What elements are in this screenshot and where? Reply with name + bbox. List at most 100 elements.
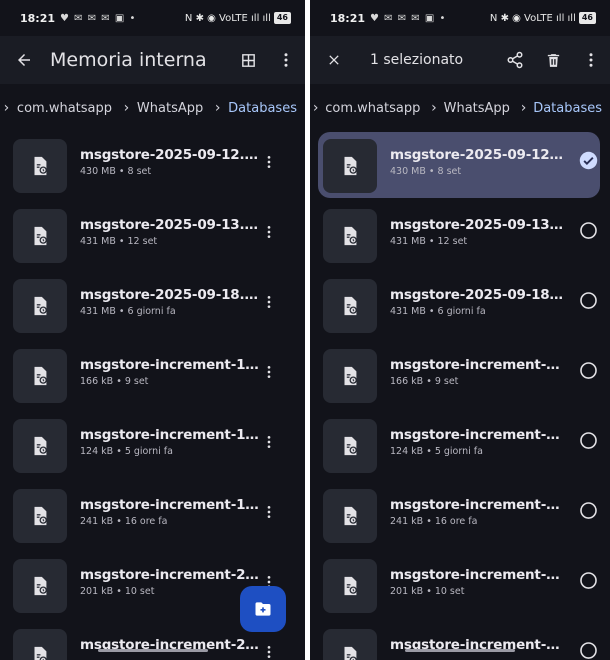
gesture-bar: [97, 649, 208, 652]
file-list-item[interactable]: msgstore-increment-1-2... 166 kB • 9 set: [310, 342, 610, 412]
file-list-item[interactable]: msgstore-increment-2-2...: [310, 622, 610, 660]
file-thumbnail: [323, 349, 377, 403]
file-texts: msgstore-increment-2-2...: [390, 637, 566, 656]
file-list-item[interactable]: msgstore-2025-09-12.1.d... 430 MB • 8 set: [310, 132, 610, 202]
file-list-item[interactable]: msgstore-increment-1-2... 166 kB • 9 set: [0, 342, 305, 412]
breadcrumb-item[interactable]: WhatsApp: [133, 101, 211, 116]
file-list-item[interactable]: msgstore-2025-09-12.1.d... 430 MB • 8 set: [0, 132, 305, 202]
file-select-radio[interactable]: [578, 640, 598, 660]
file-texts: msgstore-increment-1.d... 241 kB • 16 ore…: [390, 497, 566, 527]
file-meta: 430 MB • 8 set: [80, 166, 152, 177]
file-list-item[interactable]: msgstore-increment-1.d... 241 kB • 16 ore…: [310, 482, 610, 552]
chevron-right-icon: ›: [3, 100, 10, 116]
file-more-button[interactable]: [259, 500, 279, 524]
more-vert-icon: [589, 53, 593, 67]
check-circle-icon: [579, 151, 597, 169]
status-time: 18:21: [330, 11, 366, 25]
file-texts: msgstore-increment-1-2... 124 kB • 5 gior…: [80, 427, 261, 457]
file-select-radio[interactable]: [578, 360, 598, 380]
share-button[interactable]: [496, 36, 534, 84]
file-texts: msgstore-2025-09-18.1.d... 431 MB • 6 gio…: [390, 287, 566, 317]
more-options-button[interactable]: [267, 36, 305, 84]
database-file-icon: [34, 366, 47, 386]
file-select-radio[interactable]: [578, 570, 598, 590]
chevron-right-icon: ›: [431, 100, 437, 116]
right-panel: 18:21 ♥ ✉ ✉ ✉ ▣ • N ✱ ◉ VoLTE ıll ıll 46…: [310, 0, 610, 660]
status-bar: 18:21 ♥ ✉ ✉ ✉ ▣ • N ✱ ◉ VoLTE ıll ıll 46: [0, 0, 305, 36]
file-texts: msgstore-2025-09-18.1.d... 431 MB • 6 gio…: [80, 287, 261, 317]
file-meta: 431 MB • 6 giorni fa: [390, 306, 486, 317]
file-more-button[interactable]: [259, 430, 279, 454]
file-select-radio[interactable]: [578, 290, 598, 310]
more-vert-icon: [267, 436, 271, 448]
file-list-item[interactable]: msgstore-increment-2-2... 201 kB • 10 set: [310, 552, 610, 622]
file-meta: 431 MB • 12 set: [80, 236, 158, 247]
arrow-left-icon: [18, 54, 30, 66]
file-name: msgstore-increment-1-2...: [390, 357, 566, 373]
notification-icons: ♥ ✉ ✉ ✉ ▣ •: [370, 12, 447, 24]
file-more-button[interactable]: [259, 290, 279, 314]
file-list-item[interactable]: msgstore-2025-09-18.1.d... 431 MB • 6 gio…: [0, 272, 305, 342]
radio-unchecked-icon: [579, 571, 597, 589]
file-name: msgstore-increment-1-2...: [80, 427, 261, 443]
file-thumbnail: [323, 489, 377, 543]
file-more-button[interactable]: [259, 360, 279, 384]
more-options-button[interactable]: [572, 36, 610, 84]
file-select-radio[interactable]: [578, 220, 598, 240]
file-more-button[interactable]: [259, 220, 279, 244]
more-vert-icon: [267, 366, 271, 378]
file-name: msgstore-2025-09-18.1.d...: [80, 287, 261, 303]
file-meta: 241 kB • 16 ore fa: [80, 516, 168, 527]
app-bar: Memoria interna: [0, 36, 305, 84]
gesture-bar: [405, 649, 515, 652]
selection-count: 1 selezionato: [370, 52, 464, 68]
database-file-icon: [344, 156, 357, 176]
close-selection-button[interactable]: [310, 36, 358, 84]
file-list-item[interactable]: msgstore-increment-1-2... 124 kB • 5 gior…: [310, 412, 610, 482]
file-texts: msgstore-2025-09-13.1.d... 431 MB • 12 se…: [390, 217, 566, 247]
breadcrumb-item[interactable]: com.whatsapp: [321, 101, 428, 116]
chevron-right-icon: ›: [123, 100, 130, 116]
file-thumbnail: [13, 209, 67, 263]
grid-view-button[interactable]: [229, 36, 267, 84]
database-file-icon: [344, 366, 357, 386]
file-select-radio[interactable]: [578, 500, 598, 520]
status-bar: 18:21 ♥ ✉ ✉ ✉ ▣ • N ✱ ◉ VoLTE ıll ıll 46: [310, 0, 610, 36]
file-meta: 431 MB • 6 giorni fa: [80, 306, 176, 317]
file-list-item[interactable]: msgstore-2025-09-13.1.d... 431 MB • 12 se…: [310, 202, 610, 272]
file-thumbnail: [13, 489, 67, 543]
left-panel: 18:21 ♥ ✉ ✉ ✉ ▣ • N ✱ ◉ VoLTE ıll ıll 46…: [0, 0, 305, 660]
breadcrumb: › com.whatsapp › WhatsApp › Databases: [0, 94, 305, 122]
file-thumbnail: [13, 279, 67, 333]
breadcrumb-item[interactable]: WhatsApp: [440, 101, 518, 116]
database-file-icon: [34, 436, 47, 456]
notification-icons: ♥ ✉ ✉ ✉ ▣ •: [60, 12, 137, 24]
breadcrumb-current[interactable]: Databases: [529, 101, 610, 116]
file-texts: msgstore-increment-2-2...: [80, 637, 261, 656]
share-icon: [507, 51, 523, 69]
radio-unchecked-icon: [579, 221, 597, 239]
breadcrumb: › com.whatsapp › WhatsApp › Databases: [310, 94, 610, 122]
battery-icon: 46: [578, 12, 596, 24]
file-name: msgstore-increment-2-2...: [80, 567, 261, 583]
file-thumbnail: [323, 279, 377, 333]
file-more-button[interactable]: [259, 640, 279, 660]
file-more-button[interactable]: [259, 150, 279, 174]
back-button[interactable]: [0, 36, 48, 84]
file-texts: msgstore-increment-1-2... 124 kB • 5 gior…: [390, 427, 566, 457]
file-list-item[interactable]: msgstore-increment-1-2... 124 kB • 5 gior…: [0, 412, 305, 482]
breadcrumb-item[interactable]: com.whatsapp: [13, 101, 120, 116]
delete-button[interactable]: [534, 36, 572, 84]
system-icons: N ✱ ◉ VoLTE ıll ıll 46: [490, 12, 596, 24]
selection-app-bar: 1 selezionato: [310, 36, 610, 84]
file-list-item[interactable]: msgstore-2025-09-18.1.d... 431 MB • 6 gio…: [310, 272, 610, 342]
file-list-item[interactable]: msgstore-2025-09-13.1.d... 431 MB • 12 se…: [0, 202, 305, 272]
file-list-item[interactable]: msgstore-increment-1.d... 241 kB • 16 ore…: [0, 482, 305, 552]
file-select-radio[interactable]: [578, 430, 598, 450]
new-folder-button[interactable]: [240, 586, 286, 632]
file-meta: 166 kB • 9 set: [80, 376, 149, 387]
file-texts: msgstore-increment-1-2... 166 kB • 9 set: [390, 357, 566, 387]
breadcrumb-current[interactable]: Databases: [224, 101, 305, 116]
file-name: msgstore-2025-09-12.1.d...: [80, 147, 261, 163]
file-selected-check[interactable]: [578, 150, 598, 170]
